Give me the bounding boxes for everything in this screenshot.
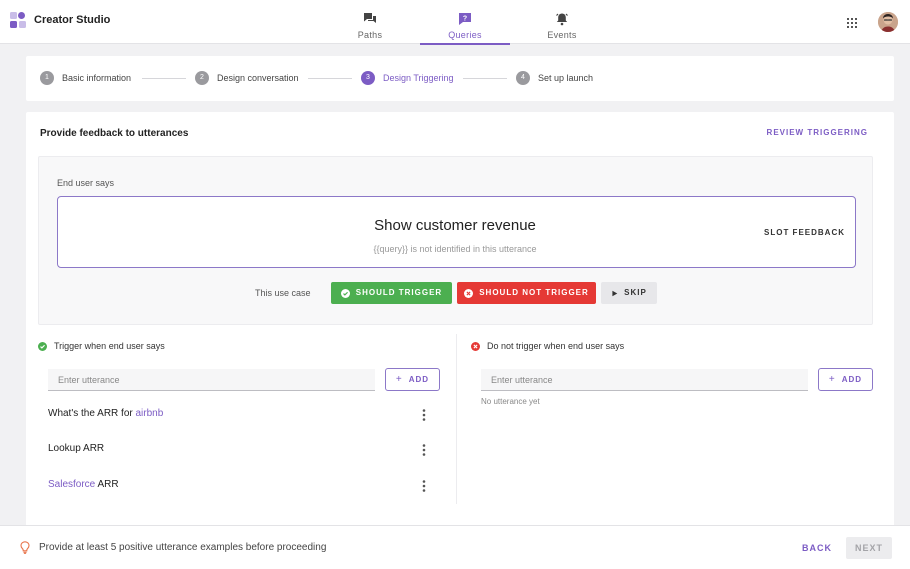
step-design-conversation[interactable]: 2 Design conversation — [195, 71, 299, 85]
plus-icon: + — [395, 374, 403, 385]
skip-label: SKIP — [624, 288, 647, 297]
step-basic-information[interactable]: 1 Basic information — [40, 71, 131, 85]
trigger-heading: Trigger when end user says — [38, 341, 165, 351]
check-circle-icon — [38, 341, 47, 351]
question-bubble-icon: ? — [459, 13, 471, 25]
back-button[interactable]: BACK — [802, 543, 832, 553]
should-trigger-label: SHOULD TRIGGER — [355, 288, 443, 297]
more-vert-icon[interactable] — [421, 443, 427, 457]
step-design-triggering[interactable]: 3 Design Triggering — [361, 71, 454, 85]
should-not-trigger-button[interactable]: SHOULD NOT TRIGGER — [457, 282, 596, 304]
utterance-text: Show customer revenue — [374, 217, 536, 234]
utterance-panel: End user says Show customer revenue {{qu… — [38, 156, 873, 325]
trigger-add-button[interactable]: + ADD — [385, 368, 440, 391]
trigger-utterance-input[interactable] — [48, 369, 375, 390]
step-label: Set up launch — [538, 73, 594, 83]
empty-state-text: No utterance yet — [481, 397, 540, 406]
no-trigger-add-button[interactable]: + ADD — [818, 368, 873, 391]
card-title: Provide feedback to utterances — [40, 128, 189, 139]
step-connector — [308, 78, 352, 79]
use-case-row: This use case SHOULD TRIGGER SHOULD NOT … — [39, 282, 872, 304]
bell-icon — [556, 13, 568, 26]
user-avatar[interactable] — [878, 12, 898, 32]
nav-tab-label: Events — [547, 30, 577, 40]
utterance-text: Lookup ARR — [48, 443, 105, 454]
end-user-says-label: End user says — [57, 178, 115, 188]
nav-tab-paths[interactable]: Paths — [325, 0, 415, 44]
app-title: Creator Studio — [34, 14, 111, 26]
plus-icon: + — [828, 374, 836, 385]
trigger-input-wrapper — [48, 369, 375, 391]
trigger-column: Trigger when end user says + ADD What's … — [38, 334, 455, 504]
no-trigger-column: Do not trigger when end user says + ADD … — [456, 334, 873, 504]
step-connector — [463, 78, 507, 79]
apps-grid-icon[interactable] — [847, 18, 857, 28]
progress-stepper: 1 Basic information 2 Design conversatio… — [26, 56, 894, 101]
trigger-utterance-item[interactable]: Salesforce ARR — [48, 479, 428, 493]
footer-bar: Provide at least 5 positive utterance ex… — [0, 525, 910, 569]
step-label: Design Triggering — [383, 73, 454, 83]
skip-button[interactable]: SKIP — [601, 282, 657, 304]
utterance-slot-highlight[interactable]: airbnb — [136, 408, 164, 419]
slot-feedback-button[interactable]: SLOT FEEDBACK — [764, 228, 845, 237]
add-label: ADD — [841, 375, 863, 384]
no-trigger-heading: Do not trigger when end user says — [471, 341, 624, 351]
brand[interactable]: Creator Studio — [10, 12, 110, 28]
step-set-up-launch[interactable]: 4 Set up launch — [516, 71, 593, 85]
step-number: 1 — [40, 71, 54, 85]
footer-hint-text: Provide at least 5 positive utterance ex… — [39, 542, 327, 553]
top-bar: Creator Studio Paths ? Queries Events — [0, 0, 910, 45]
utterance-slot-highlight[interactable]: Salesforce — [48, 479, 95, 490]
no-trigger-utterance-input[interactable] — [481, 369, 808, 390]
step-number: 3 — [361, 71, 375, 85]
feedback-card: Provide feedback to utterances REVIEW TR… — [26, 112, 894, 532]
trigger-title: Trigger when end user says — [54, 341, 165, 351]
play-icon — [612, 290, 618, 296]
cancel-circle-icon — [464, 288, 474, 298]
utterance-note: {{query}} is not identified in this utte… — [373, 244, 537, 254]
step-number: 2 — [195, 71, 209, 85]
more-vert-icon[interactable] — [421, 479, 427, 493]
nav-tab-queries[interactable]: ? Queries — [420, 0, 510, 45]
step-label: Design conversation — [217, 73, 299, 83]
utterance-text: What's the ARR for — [48, 408, 136, 419]
utterance-text: ARR — [95, 479, 119, 490]
step-connector — [142, 78, 186, 79]
lightbulb-icon — [20, 541, 30, 554]
svg-text:?: ? — [463, 16, 467, 23]
step-number: 4 — [516, 71, 530, 85]
cancel-circle-icon — [471, 341, 480, 351]
next-button[interactable]: NEXT — [846, 537, 892, 559]
nav-tab-events[interactable]: Events — [517, 0, 607, 44]
step-label: Basic information — [62, 73, 132, 83]
more-vert-icon[interactable] — [421, 408, 427, 422]
user-avatar-icon — [878, 12, 898, 32]
footer-hint: Provide at least 5 positive utterance ex… — [20, 541, 326, 554]
use-case-label: This use case — [255, 288, 311, 298]
should-not-trigger-label: SHOULD NOT TRIGGER — [479, 288, 589, 297]
review-triggering-button[interactable]: REVIEW TRIGGERING — [767, 128, 868, 137]
utterance-box: Show customer revenue {{query}} is not i… — [57, 196, 856, 268]
trigger-utterance-item[interactable]: Lookup ARR — [48, 443, 428, 457]
should-trigger-button[interactable]: SHOULD TRIGGER — [331, 282, 452, 304]
no-trigger-title: Do not trigger when end user says — [487, 341, 625, 351]
add-label: ADD — [408, 375, 430, 384]
trigger-utterance-item[interactable]: What's the ARR for airbnb — [48, 408, 428, 422]
chat-bubbles-icon — [364, 13, 376, 23]
nav-tab-label: Queries — [448, 30, 482, 40]
app-logo-icon — [10, 12, 26, 28]
no-trigger-input-wrapper — [481, 369, 808, 391]
check-circle-icon — [340, 288, 350, 298]
nav-tab-label: Paths — [357, 30, 383, 40]
